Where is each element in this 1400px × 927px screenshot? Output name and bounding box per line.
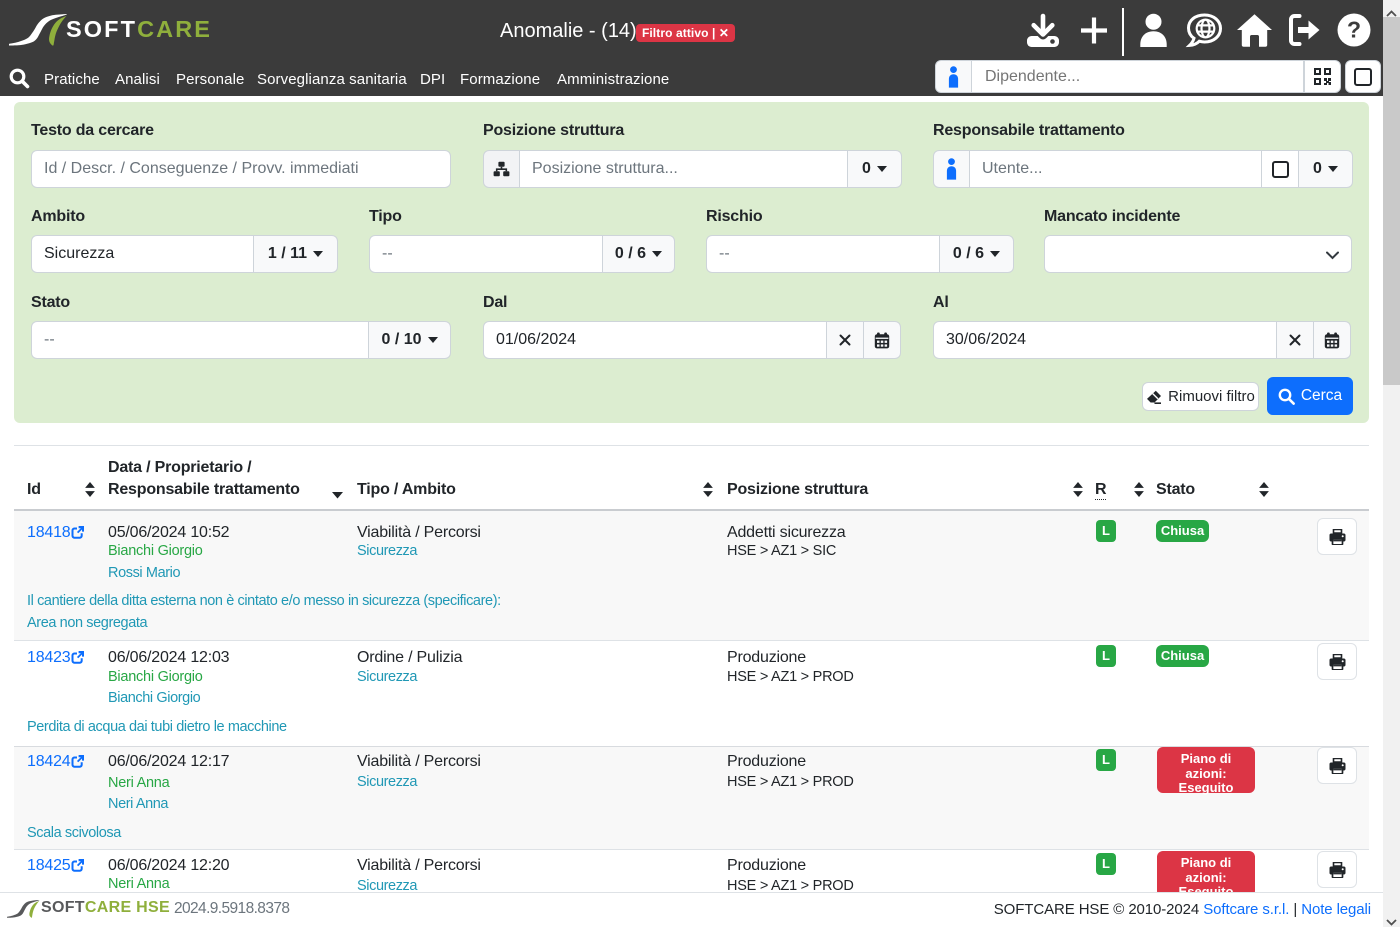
svg-text:?: ? <box>1347 17 1361 43</box>
